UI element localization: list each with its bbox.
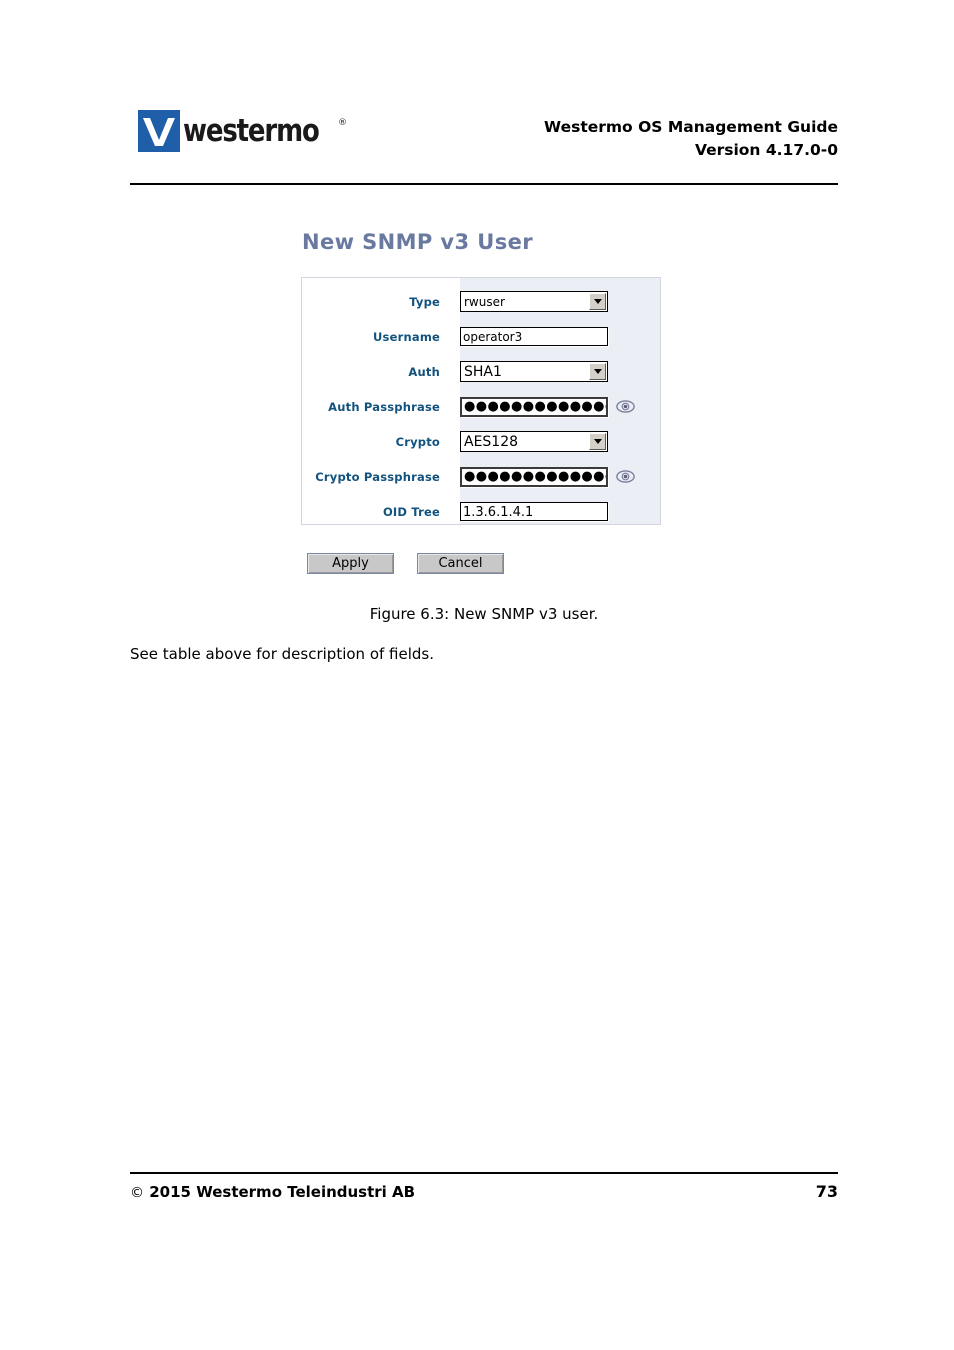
label-crypto: Crypto [395, 434, 440, 449]
field-username: operator3 [450, 327, 608, 346]
form-row-auth-passphrase: Auth Passphrase ●●●●●●●●●●●●●●● [302, 389, 660, 424]
header-title-line1: Westermo OS Management Guide [544, 118, 838, 136]
header-divider [130, 183, 838, 185]
footer-copyright-text: 2015 Westermo Teleindustri AB [149, 1183, 416, 1201]
registered-trademark-icon: ® [338, 118, 347, 128]
field-auth: SHA1 [450, 361, 608, 382]
footer-copyright: © 2015 Westermo Teleindustri AB [130, 1183, 415, 1201]
westermo-logo-wordmark: westermo [183, 113, 320, 149]
field-crypto-passphrase: ●●●●●●●●●●●●●●● [450, 466, 635, 487]
label-auth-passphrase: Auth Passphrase [328, 399, 440, 414]
cancel-button[interactable]: Cancel [417, 553, 504, 574]
chevron-down-icon[interactable] [589, 433, 606, 450]
auth-passphrase-input[interactable]: ●●●●●●●●●●●●●●● [460, 396, 608, 417]
form-row-auth: Auth SHA1 [302, 354, 660, 389]
chevron-down-icon[interactable] [589, 293, 606, 310]
oid-tree-input[interactable]: 1.3.6.1.4.1 [460, 502, 608, 521]
eye-icon[interactable] [616, 470, 635, 483]
field-type: rwuser [450, 291, 608, 312]
auth-select-value: SHA1 [464, 363, 502, 380]
form-actions: Apply Cancel [307, 553, 504, 574]
snmp-user-form-panel: Type rwuser Username operator3 Auth SHA1… [301, 277, 661, 525]
figure-caption: Figure 6.3: New SNMP v3 user. [369, 605, 599, 623]
westermo-logo: westermo ® [138, 110, 347, 152]
apply-button[interactable]: Apply [307, 553, 394, 574]
eye-icon[interactable] [616, 400, 635, 413]
auth-select[interactable]: SHA1 [460, 361, 608, 382]
field-crypto: AES128 [450, 431, 608, 452]
form-row-type: Type rwuser [302, 284, 660, 319]
westermo-logo-mark-icon [138, 110, 180, 152]
crypto-select-value: AES128 [464, 433, 519, 450]
form-row-oid-tree: OID Tree 1.3.6.1.4.1 [302, 494, 660, 529]
form-rows: Type rwuser Username operator3 Auth SHA1… [302, 278, 660, 529]
page-title: New SNMP v3 User [302, 230, 533, 254]
username-input[interactable]: operator3 [460, 327, 608, 346]
field-oid-tree: 1.3.6.1.4.1 [450, 502, 608, 521]
label-auth: Auth [408, 364, 440, 379]
form-row-crypto-passphrase: Crypto Passphrase ●●●●●●●●●●●●●●● [302, 459, 660, 494]
label-username: Username [373, 329, 440, 344]
label-oid-tree: OID Tree [382, 504, 440, 519]
form-row-username: Username operator3 [302, 319, 660, 354]
footer-divider [130, 1172, 838, 1174]
copyright-icon: © [130, 1185, 144, 1201]
header-title-line2: Version 4.17.0-0 [694, 141, 838, 159]
crypto-select[interactable]: AES128 [460, 431, 608, 452]
crypto-passphrase-input[interactable]: ●●●●●●●●●●●●●●● [460, 466, 608, 487]
document-header-title: Westermo OS Management Guide Version 4.1… [544, 116, 838, 162]
page-header: westermo ® Westermo OS Management Guide … [130, 100, 838, 180]
chevron-down-icon[interactable] [589, 363, 606, 380]
label-type: Type [409, 294, 440, 309]
page-number: 73 [815, 1182, 838, 1201]
body-paragraph: See table above for description of field… [130, 645, 435, 663]
label-crypto-passphrase: Crypto Passphrase [315, 469, 440, 484]
form-row-crypto: Crypto AES128 [302, 424, 660, 459]
page-footer: © 2015 Westermo Teleindustri AB 73 [130, 1182, 838, 1201]
type-select[interactable]: rwuser [460, 291, 608, 312]
field-auth-passphrase: ●●●●●●●●●●●●●●● [450, 396, 635, 417]
type-select-value: rwuser [464, 294, 505, 309]
